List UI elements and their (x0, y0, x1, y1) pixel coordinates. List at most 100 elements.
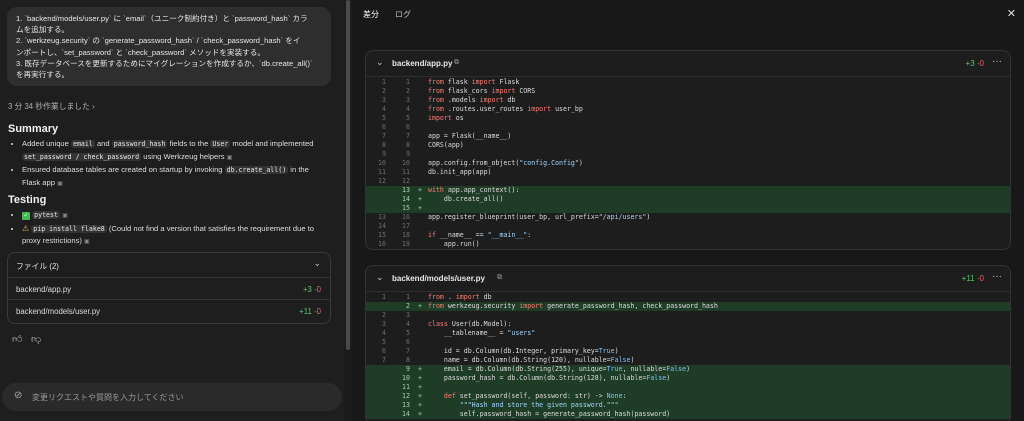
close-icon[interactable]: ✕ (1007, 7, 1016, 20)
diff-line: 4 4 from .routes.user_routes import user_b… (366, 105, 1010, 114)
code-text: from flask import Flask (428, 78, 520, 86)
text: Added unique (22, 139, 71, 148)
old-line-number: 6 (382, 347, 386, 355)
more-options-icon[interactable]: ··· (992, 271, 1002, 282)
code-text: password_hash = db.Column(db.String(128)… (428, 374, 671, 382)
diff-lines: 1 1 from flask import Flask 2 2 from flask_co… (366, 77, 1010, 249)
code-text: from .models import db (428, 96, 516, 104)
diff-file-header[interactable]: ⌄ backend/models/user.py ⧉ +11 -0 ··· (366, 266, 1010, 292)
diff-file-stats: +11 -0 (962, 274, 984, 283)
message-input-bar[interactable]: ⊘ 変更リクエストや質問を入力してください (2, 383, 342, 411)
test-item: ⚠ pip install flake8 (Could not find a v… (22, 223, 334, 249)
tab-diff[interactable]: 差分 (363, 9, 379, 20)
new-line-number: 9 (406, 365, 410, 373)
citation-icon[interactable]: ▣ (62, 211, 68, 223)
diff-file-card: ⌄ backend/app.py ⧉ +3 -0 ··· 1 1 from flas… (365, 50, 1011, 250)
chat-scrollbar[interactable] (346, 0, 350, 350)
worked-duration-toggle[interactable]: 3 分 34 秒作業しました › (8, 101, 95, 112)
old-line-number: 11 (378, 168, 386, 176)
attach-icon[interactable]: ⊘ (14, 390, 22, 401)
warning-icon: ⚠ (22, 223, 30, 233)
old-line-number: 9 (382, 150, 386, 158)
diff-marker: + (418, 392, 422, 400)
thumbs-up-icon[interactable]: 👍︎ (12, 333, 22, 345)
diff-line-added: 14 + self.password_hash = generate_passwo… (366, 410, 1010, 419)
old-line-number: 15 (378, 231, 386, 239)
new-line-number: 3 (406, 311, 410, 319)
new-line-number: 14 (402, 195, 410, 203)
tab-log[interactable]: ログ (395, 9, 411, 20)
code-span: email (70, 140, 95, 148)
chevron-down-icon[interactable]: ⌄ (376, 272, 384, 283)
new-line-number: 8 (406, 141, 410, 149)
check-pass-icon: ✓ (22, 212, 30, 220)
text: using Werkzeug helpers (141, 151, 225, 161)
testing-heading: Testing (8, 194, 47, 206)
diff-line: 14 17 (366, 222, 1010, 231)
old-line-number: 2 (382, 311, 386, 319)
copy-icon[interactable]: ⧉ (497, 274, 502, 282)
citation-icon[interactable]: ▣ (57, 179, 63, 191)
additions: +3 (965, 59, 975, 68)
chevron-down-icon[interactable]: ⌄ (376, 57, 384, 68)
code-text: app.config.from_object("config.Config") (428, 159, 583, 167)
diff-line: 5 5 import os (366, 114, 1010, 123)
file-name: backend/app.py (16, 285, 72, 294)
code-text: app = Flask(__name__) (428, 132, 512, 140)
summary-item: Ensured database tables are created on s… (22, 164, 334, 190)
diff-marker: + (418, 302, 422, 310)
old-line-number: 4 (382, 329, 386, 337)
new-line-number: 4 (406, 105, 410, 113)
summary-list: Added unique email and password_hash fie… (8, 138, 334, 190)
text: fields to the (167, 139, 211, 148)
old-line-number: 13 (378, 213, 386, 221)
text: Flask app (22, 177, 55, 187)
summary-item: Added unique email and password_hash fie… (22, 138, 334, 164)
old-line-number: 1 (382, 293, 386, 301)
diff-marker: + (418, 410, 422, 418)
diff-line: 3 3 from .models import db (366, 96, 1010, 105)
file-row[interactable]: backend/models/user.py +11 -0 (8, 299, 330, 321)
new-line-number: 12 (402, 392, 410, 400)
code-text: self.password_hash = generate_password_h… (428, 410, 671, 418)
new-line-number: 12 (402, 177, 410, 185)
more-options-icon[interactable]: ··· (992, 56, 1002, 67)
new-line-number: 5 (406, 329, 410, 337)
diff-file-header[interactable]: ⌄ backend/app.py ⧉ +3 -0 ··· (366, 51, 1010, 77)
code-text: def set_password(self, password: str) ->… (443, 392, 627, 400)
new-line-number: 17 (402, 222, 410, 230)
diff-line: 12 12 (366, 177, 1010, 186)
new-line-number: 18 (402, 231, 410, 239)
diff-marker: + (418, 383, 422, 391)
diff-marker: + (418, 186, 422, 194)
old-line-number: 5 (382, 338, 386, 346)
citation-icon[interactable]: ▣ (227, 153, 233, 165)
request-line: 2. `werkzeug.security` の `generate_passw… (16, 36, 301, 46)
diff-line: 2 2 from flask_cors import CORS (366, 87, 1010, 96)
code-span: pip install flake8 (31, 224, 107, 233)
old-line-number: 4 (382, 105, 386, 113)
chevron-down-icon[interactable]: ⌄ (313, 258, 321, 269)
old-line-number: 2 (382, 87, 386, 95)
request-line: 3. 既存データベースを更新するためにマイグレーションを作成するか、`db.cr… (16, 58, 313, 68)
new-line-number: 10 (402, 159, 410, 167)
new-line-number: 1 (406, 293, 410, 301)
diff-line-added: 9 + email = db.Column(db.String(255), uni… (366, 365, 1010, 374)
text: model and implemented (230, 139, 314, 148)
thumbs-down-icon[interactable]: 👎︎ (31, 333, 41, 345)
copy-icon[interactable]: ⧉ (454, 59, 459, 67)
code-text: from werkzeug.security import generate_p… (428, 302, 718, 310)
citation-icon[interactable]: ▣ (84, 237, 90, 249)
old-line-number: 6 (382, 123, 386, 131)
new-line-number: 19 (402, 240, 410, 248)
old-line-number: 10 (378, 159, 386, 167)
old-line-number: 16 (378, 240, 386, 248)
code-text: with app.app_context(): (428, 186, 520, 194)
files-changed-panel: ファイル (2) ⌄ backend/app.py +3 -0 backend/… (7, 252, 331, 324)
code-span: password_hash (111, 140, 168, 148)
file-row[interactable]: backend/app.py +3 -0 (8, 277, 330, 299)
files-changed-header: ファイル (2) (16, 262, 59, 271)
diff-line: 23 (366, 311, 1010, 320)
code-text: """Hash and store the given password.""" (459, 401, 619, 409)
code-span: set_password / check_password (22, 152, 142, 161)
